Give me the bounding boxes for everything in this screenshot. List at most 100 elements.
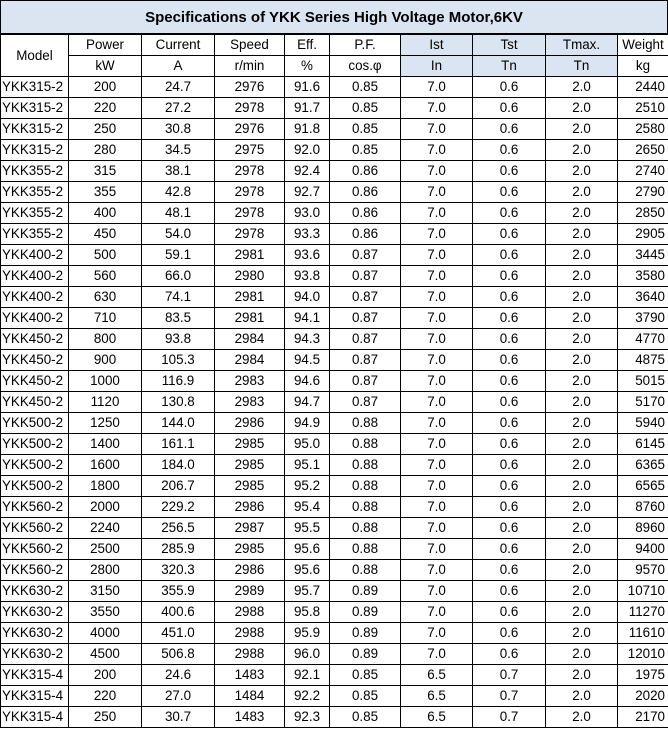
model-cell: YKK500-2 — [0, 475, 69, 497]
model-cell: YKK450-2 — [0, 349, 69, 371]
value-cell: 11610 — [617, 622, 668, 644]
value-cell: 0.89 — [329, 580, 401, 602]
value-cell: 2.0 — [545, 664, 618, 686]
value-cell: 0.6 — [472, 286, 546, 308]
value-cell: 7.0 — [400, 160, 473, 182]
value-cell: 256.5 — [141, 517, 215, 539]
table-row: YKK355-2 450 54.0 2978 93.3 0.86 7.0 0.6 2.0 2905 — [0, 223, 668, 245]
value-cell: 0.87 — [329, 391, 401, 413]
model-cell: YKK355-2 — [0, 181, 69, 203]
value-cell: 0.6 — [472, 475, 546, 497]
value-cell: 4500 — [68, 643, 142, 665]
value-cell: 0.6 — [472, 265, 546, 287]
header-model: Model — [0, 34, 69, 77]
value-cell: 0.6 — [472, 118, 546, 140]
value-cell: 7.0 — [400, 286, 473, 308]
value-cell: 161.1 — [141, 433, 215, 455]
table-row: YKK355-2 315 38.1 2978 92.4 0.86 7.0 0.6 2.0 2740 — [0, 160, 668, 182]
header-row-top: Model Power Current Speed Eff. P.F. Ist Tst Tmax… — [0, 34, 668, 77]
value-cell: 506.8 — [141, 643, 215, 665]
table-row: YKK630-2 3150 355.9 2989 95.7 0.89 7.0 0.6 2.0 10… — [0, 580, 668, 602]
model-cell: YKK560-2 — [0, 496, 69, 518]
value-cell: 900 — [68, 349, 142, 371]
value-cell: 200 — [68, 76, 142, 98]
value-cell: 2975 — [214, 139, 285, 161]
value-cell: 0.6 — [472, 76, 546, 98]
value-cell: 95.7 — [284, 580, 330, 602]
value-cell: 800 — [68, 328, 142, 350]
table-row: YKK400-2 560 66.0 2980 93.8 0.87 7.0 0.6 2.0 3580 — [0, 265, 668, 287]
table-row: YKK560-2 2800 320.3 2986 95.6 0.88 7.0 0.6 2.0 95… — [0, 559, 668, 581]
header-unit-cell: % — [284, 55, 330, 77]
model-cell: YKK315-4 — [0, 664, 69, 686]
value-cell: 2790 — [617, 181, 668, 203]
value-cell: 2.0 — [545, 454, 618, 476]
spec-table: Model Power Current Speed Eff. P.F. Ist Tst Tmax… — [0, 34, 668, 728]
value-cell: 2650 — [617, 139, 668, 161]
value-cell: 0.6 — [472, 538, 546, 560]
header-unit-cell: kg — [617, 55, 668, 77]
value-cell: 2.0 — [545, 370, 618, 392]
value-cell: 0.85 — [329, 76, 401, 98]
value-cell: 2.0 — [545, 538, 618, 560]
model-cell: YKK400-2 — [0, 286, 69, 308]
value-cell: 0.89 — [329, 643, 401, 665]
value-cell: 2.0 — [545, 643, 618, 665]
value-cell: 0.88 — [329, 496, 401, 518]
value-cell: 6365 — [617, 454, 668, 476]
value-cell: 3150 — [68, 580, 142, 602]
value-cell: 94.7 — [284, 391, 330, 413]
value-cell: 2981 — [214, 286, 285, 308]
value-cell: 250 — [68, 118, 142, 140]
value-cell: 2981 — [214, 244, 285, 266]
value-cell: 7.0 — [400, 559, 473, 581]
value-cell: 0.89 — [329, 601, 401, 623]
model-cell: YKK630-2 — [0, 601, 69, 623]
table-row: YKK450-2 1000 116.9 2983 94.6 0.87 7.0 0.6 2.0 50… — [0, 370, 668, 392]
value-cell: 2983 — [214, 370, 285, 392]
value-cell: 9400 — [617, 538, 668, 560]
model-cell: YKK630-2 — [0, 580, 69, 602]
value-cell: 320.3 — [141, 559, 215, 581]
value-cell: 1400 — [68, 433, 142, 455]
value-cell: 3550 — [68, 601, 142, 623]
value-cell: 94.9 — [284, 412, 330, 434]
value-cell: 2984 — [214, 349, 285, 371]
value-cell: 2.0 — [545, 496, 618, 518]
value-cell: 2020 — [617, 685, 668, 707]
table-row: YKK400-2 710 83.5 2981 94.1 0.87 7.0 0.6 2.0 3790 — [0, 307, 668, 329]
value-cell: 220 — [68, 685, 142, 707]
value-cell: 1484 — [214, 685, 285, 707]
value-cell: 1483 — [214, 664, 285, 686]
table-row: YKK355-2 400 48.1 2978 93.0 0.86 7.0 0.6 2.0 2850 — [0, 202, 668, 224]
model-cell: YKK315-4 — [0, 706, 69, 728]
value-cell: 0.7 — [472, 706, 546, 728]
value-cell: 8760 — [617, 496, 668, 518]
value-cell: 7.0 — [400, 97, 473, 119]
value-cell: 0.7 — [472, 664, 546, 686]
value-cell: 7.0 — [400, 181, 473, 203]
value-cell: 2976 — [214, 76, 285, 98]
table-row: YKK315-2 220 27.2 2978 91.7 0.85 7.0 0.6 2.0 2510 — [0, 97, 668, 119]
value-cell: 2978 — [214, 181, 285, 203]
value-cell: 6.5 — [400, 664, 473, 686]
model-cell: YKK500-2 — [0, 412, 69, 434]
value-cell: 7.0 — [400, 370, 473, 392]
model-cell: YKK400-2 — [0, 307, 69, 329]
value-cell: 2.0 — [545, 433, 618, 455]
value-cell: 24.6 — [141, 664, 215, 686]
model-cell: YKK450-2 — [0, 370, 69, 392]
value-cell: 6565 — [617, 475, 668, 497]
value-cell: 2978 — [214, 97, 285, 119]
value-cell: 83.5 — [141, 307, 215, 329]
table-row: YKK500-2 1600 184.0 2985 95.1 0.88 7.0 0.6 2.0 63… — [0, 454, 668, 476]
value-cell: 6.5 — [400, 685, 473, 707]
value-cell: 7.0 — [400, 454, 473, 476]
model-cell: YKK355-2 — [0, 202, 69, 224]
value-cell: 450 — [68, 223, 142, 245]
value-cell: 66.0 — [141, 265, 215, 287]
value-cell: 24.7 — [141, 76, 215, 98]
value-cell: 2905 — [617, 223, 668, 245]
value-cell: 2985 — [214, 454, 285, 476]
header-top-cell: Weight — [617, 34, 668, 56]
